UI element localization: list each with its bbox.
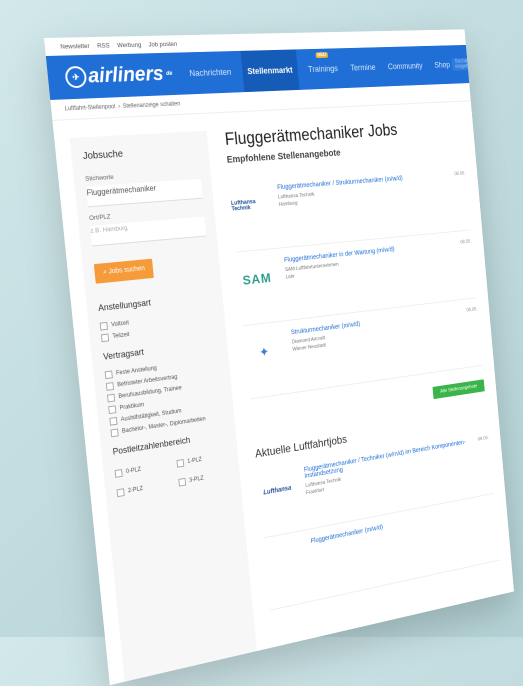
checkbox[interactable] bbox=[105, 370, 113, 379]
sidebar-title: Jobsuche bbox=[82, 145, 198, 162]
logo-superscript: de bbox=[166, 71, 173, 77]
new-badge: NEU bbox=[316, 52, 328, 58]
all-jobs-button[interactable]: Alle Stellenangebote bbox=[433, 379, 485, 399]
checkbox-label: Feste Anstellung bbox=[116, 366, 157, 377]
nav-item-stellenmarkt[interactable]: Stellenmarkt bbox=[240, 49, 299, 92]
nav-item-community[interactable]: Community bbox=[384, 46, 427, 86]
nav-item-trainings[interactable]: NEU Trainings bbox=[304, 48, 342, 89]
job-body: Fluggerätmechaniker / Strukturmechaniker… bbox=[277, 171, 467, 210]
jobs-search-button[interactable]: ⌕ Jobs suchen bbox=[94, 259, 154, 284]
zip-option[interactable]: 1-PLZ bbox=[176, 452, 228, 468]
employment-type-title: Anstellungsart bbox=[98, 291, 213, 313]
company-logo-text: Lufthansa bbox=[263, 485, 291, 496]
job-date: 08.05. bbox=[460, 239, 472, 245]
company-logo: Lufthansa bbox=[257, 469, 297, 512]
site-logo[interactable]: ✈ airliners de bbox=[64, 62, 173, 89]
webpage: Newsletter RSS Werbung Job posten ✈ airl… bbox=[44, 29, 514, 685]
job-date: 08.05. bbox=[454, 171, 466, 177]
company-logo: ✦ bbox=[244, 331, 284, 373]
nav-item-termine[interactable]: Termine bbox=[346, 47, 379, 88]
plane-logo-icon: ✈ bbox=[64, 66, 87, 88]
job-body: Fluggerätmechaniker in der Wartung (m/w/… bbox=[284, 239, 474, 282]
checkbox[interactable] bbox=[106, 382, 114, 391]
checkbox-label: 3-PLZ bbox=[189, 476, 204, 484]
zip-option[interactable]: 2-PLZ bbox=[117, 481, 171, 498]
job-search-sidebar: Jobsuche Stichworte Fluggerätmechaniker … bbox=[70, 131, 257, 683]
company-emblem-icon: ✦ bbox=[258, 343, 269, 360]
company-logo: Lufthansa Technik bbox=[230, 185, 271, 225]
zip-options: 0-PLZ 1-PLZ 2-PLZ 3-PLZ bbox=[114, 448, 230, 501]
checkbox[interactable] bbox=[178, 478, 186, 487]
checkbox-label: Teilzeit bbox=[112, 332, 130, 340]
checkbox-label: Vollzeit bbox=[111, 320, 129, 328]
nav-item-shop[interactable]: Shop bbox=[430, 45, 453, 84]
checkbox[interactable] bbox=[115, 469, 123, 478]
job-listing-main: Fluggerätmechaniker Jobs Empfohlene Stel… bbox=[224, 117, 503, 648]
checkbox[interactable] bbox=[117, 488, 125, 497]
breadcrumb-separator: › bbox=[118, 104, 120, 110]
sam-logo-text: SAM bbox=[242, 270, 272, 288]
search-placeholder: Suchbegriff eingeben bbox=[455, 59, 478, 70]
search-button-label: Jobs suchen bbox=[108, 265, 145, 275]
checkbox[interactable] bbox=[100, 322, 108, 331]
screenshot-stage: Newsletter RSS Werbung Job posten ✈ airl… bbox=[0, 0, 523, 637]
header-search-input[interactable]: Suchbegriff eingeben ⌕ bbox=[452, 57, 483, 70]
checkbox[interactable] bbox=[101, 334, 109, 343]
location-input[interactable]: z.B. Hamburg bbox=[90, 217, 206, 247]
search-icon[interactable]: ⌕ bbox=[477, 61, 480, 67]
checkbox-label: 1-PLZ bbox=[187, 457, 202, 465]
checkbox-label: Praktikum bbox=[119, 402, 144, 411]
nav-item-nachrichten[interactable]: Nachrichten bbox=[185, 51, 236, 94]
checkbox-label: 0-PLZ bbox=[126, 467, 142, 475]
topbar-link-newsletter[interactable]: Newsletter bbox=[60, 43, 90, 51]
keywords-input[interactable]: Fluggerätmechaniker bbox=[86, 179, 203, 208]
breadcrumb-item-pool[interactable]: Luftfahrt-Stellenpool bbox=[64, 104, 115, 112]
nav-item-trainings-label: Trainings bbox=[308, 64, 338, 74]
topbar-link-rss[interactable]: RSS bbox=[97, 42, 110, 49]
checkbox-label: 2-PLZ bbox=[128, 486, 144, 494]
checkbox[interactable] bbox=[108, 405, 116, 414]
topbar-link-werbung[interactable]: Werbung bbox=[117, 41, 142, 48]
breadcrumb-item-schalten[interactable]: Stellenanzeige schalten bbox=[123, 101, 181, 109]
topbar-link-job-posten[interactable]: Job posten bbox=[148, 41, 177, 48]
zip-option[interactable]: 0-PLZ bbox=[115, 462, 169, 478]
content-area: Jobsuche Stichworte Fluggerätmechaniker … bbox=[52, 101, 514, 685]
zip-option[interactable]: 3-PLZ bbox=[178, 471, 229, 487]
checkbox[interactable] bbox=[111, 428, 119, 437]
checkbox[interactable] bbox=[176, 459, 184, 468]
company-logo bbox=[264, 540, 304, 584]
company-logo: SAM bbox=[237, 258, 278, 299]
checkbox[interactable] bbox=[107, 394, 115, 403]
company-logo-text: Lufthansa Technik bbox=[231, 198, 269, 212]
checkbox[interactable] bbox=[109, 417, 117, 426]
logo-text: airliners bbox=[87, 63, 165, 89]
